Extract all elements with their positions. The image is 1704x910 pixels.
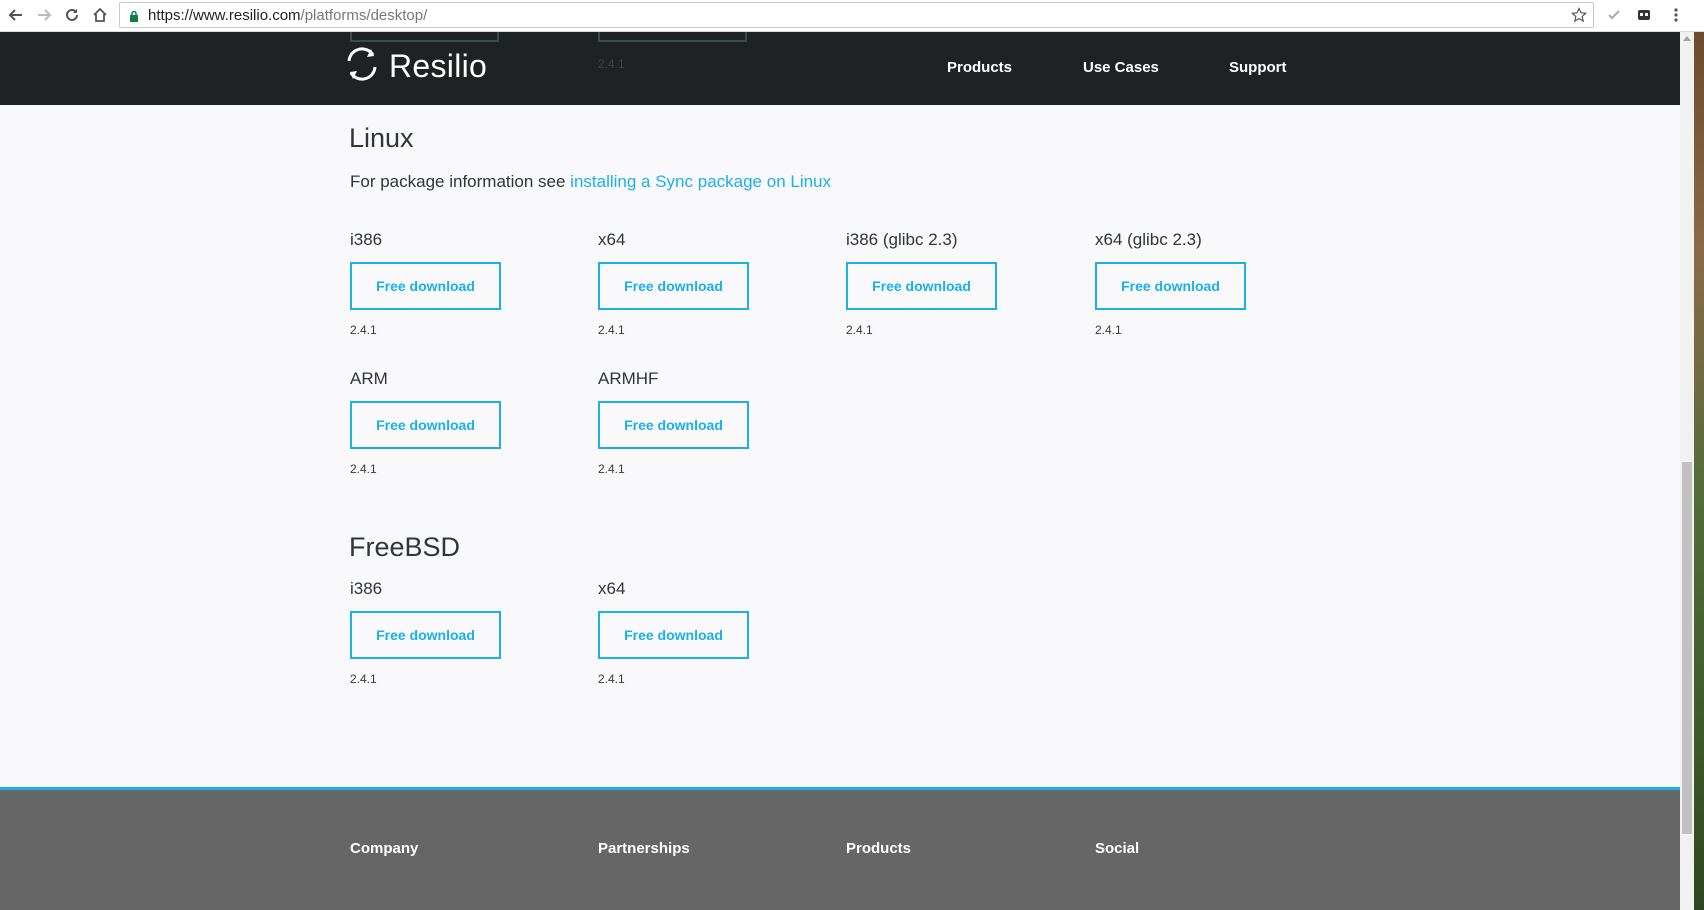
logo-text: Resilio (389, 48, 488, 84)
footer-partnerships[interactable]: Partnerships (598, 840, 690, 857)
version-text: 2.4.1 (598, 323, 625, 337)
site-footer: Company Partnerships Products Social (0, 787, 1680, 910)
site-header: 2.4.1 Resilio Products Use Cases Support (0, 32, 1680, 105)
download-item-linux-armhf: ARMHF Free download 2.4.1 (598, 367, 798, 476)
version-text: 2.4.1 (846, 323, 873, 337)
version-text: 2.4.1 (598, 462, 625, 476)
download-label: x64 (glibc 2.3) (1095, 230, 1202, 249)
section-title-freebsd: FreeBSD (349, 532, 461, 562)
extension-icon[interactable] (1632, 3, 1656, 27)
free-download-button[interactable]: Free download (846, 262, 997, 310)
version-text: 2.4.1 (350, 323, 377, 337)
download-label: ARMHF (598, 369, 659, 388)
download-item-linux-i386: i386 Free download 2.4.1 (350, 228, 550, 337)
nav-products[interactable]: Products (947, 59, 1012, 76)
download-label: i386 (glibc 2.3) (846, 230, 958, 249)
footer-social[interactable]: Social (1095, 840, 1139, 857)
version-text: 2.4.1 (1095, 323, 1122, 337)
free-download-button[interactable]: Free download (598, 611, 749, 659)
web-page: 2.4.1 Resilio Products Use Cases Support… (0, 32, 1680, 910)
scroll-up-arrow-icon[interactable] (1683, 36, 1691, 41)
free-download-button[interactable]: Free download (350, 262, 501, 310)
download-item-linux-x64: x64 Free download 2.4.1 (598, 228, 798, 337)
free-download-button[interactable]: Free download (598, 401, 749, 449)
reload-icon[interactable] (60, 3, 84, 27)
previous-version-text: 2.4.1 (598, 57, 625, 71)
download-label: i386 (350, 230, 383, 249)
download-item-linux-arm: ARM Free download 2.4.1 (350, 367, 550, 476)
back-arrow-icon[interactable] (4, 3, 28, 27)
menu-dots-icon[interactable] (1664, 3, 1688, 27)
footer-products[interactable]: Products (846, 840, 911, 857)
free-download-button[interactable]: Free download (350, 401, 501, 449)
lock-icon (129, 9, 139, 27)
nav-support[interactable]: Support (1229, 59, 1287, 76)
linux-package-link[interactable]: installing a Sync package on Linux (570, 172, 831, 191)
nav-use-cases[interactable]: Use Cases (1083, 59, 1159, 76)
forward-arrow-icon[interactable] (32, 3, 56, 27)
free-download-button[interactable]: Free download (598, 262, 749, 310)
download-label: i386 (350, 579, 383, 598)
download-item-freebsd-x64: x64 Free download 2.4.1 (598, 577, 798, 686)
free-download-button[interactable]: Free download (1095, 262, 1246, 310)
download-label: ARM (350, 369, 388, 388)
scroll-thumb[interactable] (1682, 462, 1692, 834)
version-text: 2.4.1 (598, 672, 625, 686)
desktop-background-strip (1694, 32, 1704, 910)
resilio-logo[interactable]: Resilio (343, 45, 487, 88)
home-icon[interactable] (88, 3, 112, 27)
footer-company[interactable]: Company (350, 840, 418, 857)
download-label: x64 (598, 230, 626, 249)
address-bar[interactable]: https://www.resilio.com/platforms/deskto… (119, 2, 1594, 28)
bookmark-star-icon[interactable] (1571, 7, 1587, 28)
check-extension-icon[interactable] (1602, 3, 1626, 27)
free-download-button[interactable]: Free download (350, 611, 501, 659)
download-item-linux-i386-glibc: i386 (glibc 2.3) Free download 2.4.1 (846, 228, 1046, 337)
version-text: 2.4.1 (350, 672, 377, 686)
browser-toolbar: https://www.resilio.com/platforms/deskto… (0, 0, 1704, 32)
resilio-sync-icon (343, 45, 381, 88)
download-item-freebsd-i386: i386 Free download 2.4.1 (350, 577, 550, 686)
previous-download-button[interactable] (598, 32, 747, 42)
download-label: x64 (598, 579, 626, 598)
version-text: 2.4.1 (350, 462, 377, 476)
url-text: https://www.resilio.com/platforms/deskto… (148, 7, 428, 24)
linux-package-info: For package information see installing a… (350, 172, 831, 192)
previous-download-button[interactable] (350, 32, 499, 42)
section-title-linux: Linux (349, 123, 414, 153)
page-scrollbar[interactable] (1680, 32, 1694, 910)
info-text: For package information see (350, 172, 571, 191)
download-item-linux-x64-glibc: x64 (glibc 2.3) Free download 2.4.1 (1095, 228, 1295, 337)
